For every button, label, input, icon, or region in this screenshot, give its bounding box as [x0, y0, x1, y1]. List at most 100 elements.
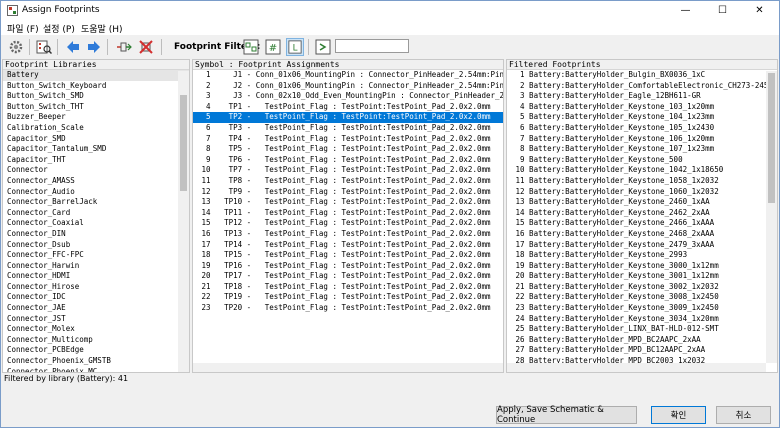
libraries-scrollbar[interactable]: [178, 71, 189, 372]
assignment-row[interactable]: 20 TP17 - TestPoint_Flag : TestPoint:Tes…: [193, 271, 503, 282]
library-list-item[interactable]: Connector_Card: [3, 208, 189, 219]
footprint-list-item[interactable]: 11 Battery:BatteryHolder_Keystone_1058_1…: [507, 176, 777, 187]
library-list-item[interactable]: Connector_Molex: [3, 324, 189, 335]
assignment-row[interactable]: 2 J2 - Conn_01x06_MountingPin : Connecto…: [193, 81, 503, 92]
view-footprint-button[interactable]: [35, 38, 53, 56]
filter-by-library-button[interactable]: L: [286, 38, 304, 56]
footprint-list-item[interactable]: 3 Battery:BatteryHolder_Eagle_12BH611-GR: [507, 91, 777, 102]
footprint-list-item[interactable]: 10 Battery:BatteryHolder_Keystone_1042_1…: [507, 165, 777, 176]
footprint-list-item[interactable]: 23 Battery:BatteryHolder_Keystone_3009_1…: [507, 303, 777, 314]
library-list-item[interactable]: Connector_PCBEdge: [3, 345, 189, 356]
assignment-row[interactable]: 15 TP12 - TestPoint_Flag : TestPoint:Tes…: [193, 218, 503, 229]
assignment-row[interactable]: 13 TP10 - TestPoint_Flag : TestPoint:Tes…: [193, 197, 503, 208]
footprint-list-item[interactable]: 25 Battery:BatteryHolder_LINX_BAT-HLD-01…: [507, 324, 777, 335]
library-list-item[interactable]: Button_Switch_Keyboard: [3, 81, 189, 92]
libraries-scrollbar-thumb[interactable]: [180, 95, 187, 191]
apply-save-continue-button[interactable]: Apply, Save Schematic & Continue: [496, 405, 637, 425]
library-list-item[interactable]: Battery: [3, 70, 189, 81]
ok-button[interactable]: 확인: [651, 406, 706, 424]
library-list-item[interactable]: Calibration_Scale: [3, 123, 189, 134]
assignment-row[interactable]: 5 TP2 - TestPoint_Flag : TestPoint:TestP…: [193, 112, 503, 123]
footprint-list-item[interactable]: 5 Battery:BatteryHolder_Keystone_104_1x2…: [507, 112, 777, 123]
assignments-hscrollbar[interactable]: [193, 363, 503, 372]
library-list-item[interactable]: Connector_JAE: [3, 303, 189, 314]
footprint-list-item[interactable]: 9 Battery:BatteryHolder_Keystone_500: [507, 155, 777, 166]
footprint-list-item[interactable]: 12 Battery:BatteryHolder_Keystone_1060_1…: [507, 187, 777, 198]
auto-associate-button[interactable]: [115, 38, 133, 56]
footprints-scrollbar-thumb[interactable]: [768, 73, 775, 203]
footprint-list-item[interactable]: 13 Battery:BatteryHolder_Keystone_2460_1…: [507, 197, 777, 208]
assignment-row[interactable]: 7 TP4 - TestPoint_Flag : TestPoint:TestP…: [193, 134, 503, 145]
footprint-list-item[interactable]: 1 Battery:BatteryHolder_Bulgin_BX0036_1x…: [507, 70, 777, 81]
library-list-item[interactable]: Connector_Audio: [3, 187, 189, 198]
library-list-item[interactable]: Connector_Phoenix_MC: [3, 367, 189, 372]
assignment-row[interactable]: 21 TP18 - TestPoint_Flag : TestPoint:Tes…: [193, 282, 503, 293]
assignment-row[interactable]: 12 TP9 - TestPoint_Flag : TestPoint:Test…: [193, 187, 503, 198]
library-list-item[interactable]: Connector_Coaxial: [3, 218, 189, 229]
minimize-button[interactable]: —: [667, 1, 704, 20]
footprint-list-item[interactable]: 7 Battery:BatteryHolder_Keystone_106_1x2…: [507, 134, 777, 145]
library-list-item[interactable]: Connector_JST: [3, 314, 189, 325]
footprints-scrollbar[interactable]: [766, 71, 777, 363]
close-button[interactable]: ✕: [741, 1, 778, 20]
assignment-row[interactable]: 16 TP13 - TestPoint_Flag : TestPoint:Tes…: [193, 229, 503, 240]
footprint-list-item[interactable]: 24 Battery:BatteryHolder_Keystone_3034_1…: [507, 314, 777, 325]
next-unassigned-button[interactable]: [85, 38, 103, 56]
assignment-row[interactable]: 9 TP6 - TestPoint_Flag : TestPoint:TestP…: [193, 155, 503, 166]
assignment-row[interactable]: 11 TP8 - TestPoint_Flag : TestPoint:Test…: [193, 176, 503, 187]
library-list-item[interactable]: Connector_BarrelJack: [3, 197, 189, 208]
assignment-row[interactable]: 19 TP16 - TestPoint_Flag : TestPoint:Tes…: [193, 261, 503, 272]
footprint-list-item[interactable]: 17 Battery:BatteryHolder_Keystone_2479_3…: [507, 240, 777, 251]
previous-unassigned-button[interactable]: [64, 38, 82, 56]
assignment-row[interactable]: 6 TP3 - TestPoint_Flag : TestPoint:TestP…: [193, 123, 503, 134]
footprints-hscrollbar[interactable]: [507, 363, 766, 372]
filter-by-text-button[interactable]: [314, 38, 332, 56]
library-list-item[interactable]: Capacitor_SMD: [3, 134, 189, 145]
cancel-button[interactable]: 취소: [716, 406, 771, 424]
footprint-list-item[interactable]: 21 Battery:BatteryHolder_Keystone_3002_1…: [507, 282, 777, 293]
library-list-item[interactable]: Connector_HDMI: [3, 271, 189, 282]
assignment-row[interactable]: 3 J3 - Conn_02x10_Odd_Even_MountingPin :…: [193, 91, 503, 102]
settings-button[interactable]: [7, 38, 25, 56]
footprint-list-item[interactable]: 20 Battery:BatteryHolder_Keystone_3001_1…: [507, 271, 777, 282]
assignment-row[interactable]: 17 TP14 - TestPoint_Flag : TestPoint:Tes…: [193, 240, 503, 251]
menu-preferences[interactable]: 설정 (P): [43, 22, 75, 35]
footprint-list-item[interactable]: 18 Battery:BatteryHolder_Keystone_2993: [507, 250, 777, 261]
footprint-list-item[interactable]: 15 Battery:BatteryHolder_Keystone_2466_1…: [507, 218, 777, 229]
footprint-list-item[interactable]: 22 Battery:BatteryHolder_Keystone_3008_1…: [507, 292, 777, 303]
menu-file[interactable]: 파일 (F): [7, 22, 39, 35]
footprint-filter-input[interactable]: [335, 39, 409, 53]
library-list-item[interactable]: Capacitor_THT: [3, 155, 189, 166]
library-list-item[interactable]: Button_Switch_THT: [3, 102, 189, 113]
footprint-list-item[interactable]: 4 Battery:BatteryHolder_Keystone_103_1x2…: [507, 102, 777, 113]
library-list-item[interactable]: Connector_DIN: [3, 229, 189, 240]
footprint-list-item[interactable]: 6 Battery:BatteryHolder_Keystone_105_1x2…: [507, 123, 777, 134]
filter-by-keywords-button[interactable]: [242, 38, 260, 56]
library-list-item[interactable]: Connector_Dsub: [3, 240, 189, 251]
library-list-item[interactable]: Connector_Multicomp: [3, 335, 189, 346]
assignment-row[interactable]: 4 TP1 - TestPoint_Flag : TestPoint:TestP…: [193, 102, 503, 113]
library-list-item[interactable]: Connector_Hirose: [3, 282, 189, 293]
library-list-item[interactable]: Connector: [3, 165, 189, 176]
assignment-row[interactable]: 10 TP7 - TestPoint_Flag : TestPoint:Test…: [193, 165, 503, 176]
library-list-item[interactable]: Connector_AMASS: [3, 176, 189, 187]
library-list-item[interactable]: Buzzer_Beeper: [3, 112, 189, 123]
library-list-item[interactable]: Capacitor_Tantalum_SMD: [3, 144, 189, 155]
footprint-list-item[interactable]: 2 Battery:BatteryHolder_ComfortableElect…: [507, 81, 777, 92]
footprint-list-item[interactable]: 8 Battery:BatteryHolder_Keystone_107_1x2…: [507, 144, 777, 155]
assignment-row[interactable]: 22 TP19 - TestPoint_Flag : TestPoint:Tes…: [193, 292, 503, 303]
footprint-list-item[interactable]: 16 Battery:BatteryHolder_Keystone_2468_2…: [507, 229, 777, 240]
footprint-list-item[interactable]: 19 Battery:BatteryHolder_Keystone_3000_1…: [507, 261, 777, 272]
footprint-list-item[interactable]: 14 Battery:BatteryHolder_Keystone_2462_2…: [507, 208, 777, 219]
library-list-item[interactable]: Connector_FFC-FPC: [3, 250, 189, 261]
menu-help[interactable]: 도움말 (H): [81, 22, 123, 35]
library-list-item[interactable]: Connector_IDC: [3, 292, 189, 303]
footprint-list-item[interactable]: 26 Battery:BatteryHolder_MPD_BC2AAPC_2xA…: [507, 335, 777, 346]
assignment-row[interactable]: 18 TP15 - TestPoint_Flag : TestPoint:Tes…: [193, 250, 503, 261]
library-list-item[interactable]: Connector_Phoenix_GMSTB: [3, 356, 189, 367]
maximize-button[interactable]: ☐: [704, 1, 741, 20]
delete-associations-button[interactable]: [137, 38, 155, 56]
library-list-item[interactable]: Button_Switch_SMD: [3, 91, 189, 102]
library-list-item[interactable]: Connector_Harwin: [3, 261, 189, 272]
assignment-row[interactable]: 8 TP5 - TestPoint_Flag : TestPoint:TestP…: [193, 144, 503, 155]
